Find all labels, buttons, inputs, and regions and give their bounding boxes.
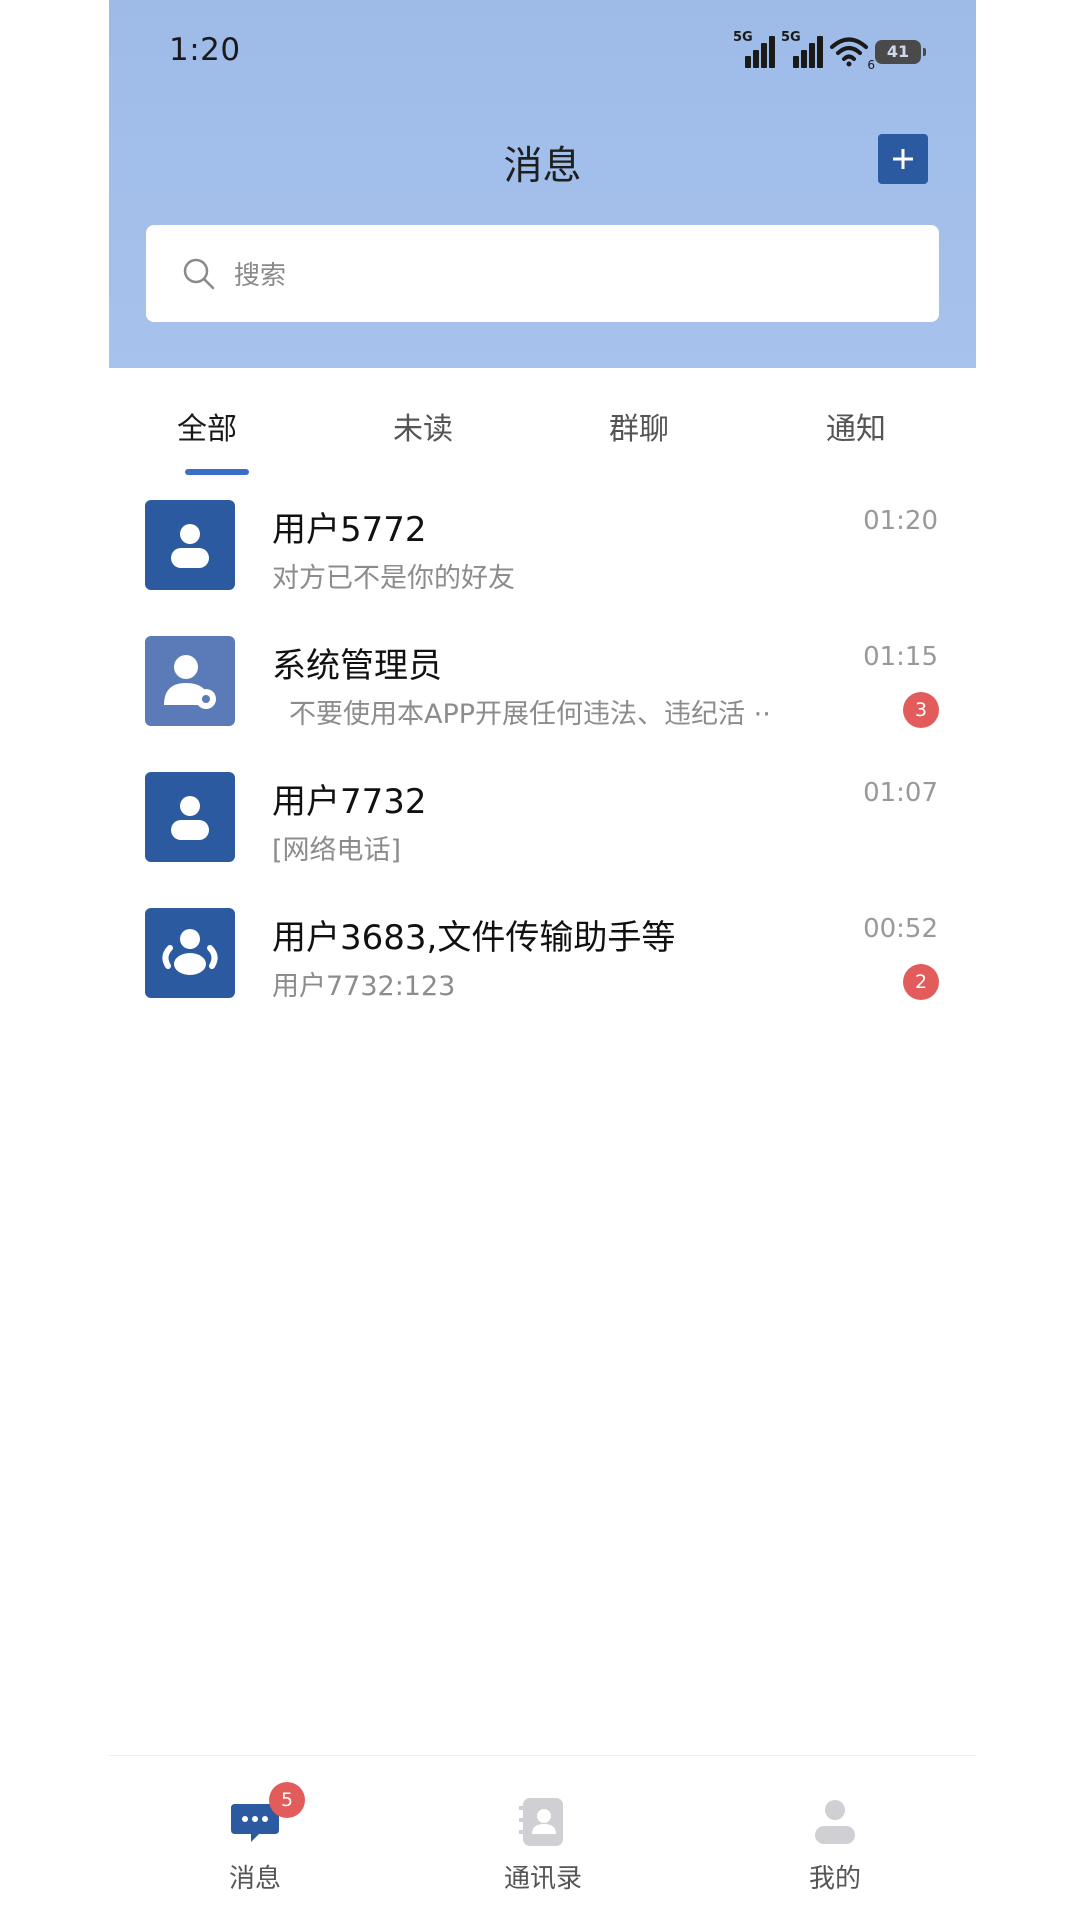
- conversation-name: 用户7732: [272, 782, 427, 822]
- user-icon: [171, 524, 209, 568]
- plus-icon: [893, 149, 913, 169]
- nav-contacts[interactable]: 通讯录: [473, 1796, 613, 1895]
- conversation-list: 用户5772 对方已不是你的好友 01:20 系统管理员 不要使用本APP开展任…: [109, 490, 976, 1034]
- nav-messages[interactable]: 5 消息: [185, 1782, 325, 1895]
- tab-notifications[interactable]: 通知: [796, 404, 916, 448]
- conversation-time: 01:15: [863, 642, 938, 672]
- wifi-icon: 6: [829, 34, 875, 72]
- conversation-preview: [网络电话]: [272, 835, 402, 866]
- network-type-2: 5G: [781, 30, 801, 45]
- tab-bar: 全部 未读 群聊 通知: [109, 368, 976, 478]
- battery-icon: 41: [875, 40, 926, 64]
- chat-bubble-icon: 5: [229, 1782, 305, 1848]
- conversation-name: 用户5772: [272, 510, 427, 550]
- conversation-time: 01:07: [863, 778, 938, 808]
- status-time: 1:20: [169, 32, 241, 68]
- avatar: [145, 772, 235, 862]
- conversation-preview: 对方已不是你的好友: [272, 563, 515, 594]
- avatar: [145, 908, 235, 998]
- tab-indicator: [185, 469, 249, 475]
- avatar: [145, 500, 235, 590]
- unread-badge: 3: [903, 692, 939, 728]
- tab-all[interactable]: 全部: [147, 404, 267, 448]
- conversation-row[interactable]: 用户5772 对方已不是你的好友 01:20: [109, 490, 976, 626]
- wifi-band: 6: [867, 58, 875, 72]
- tab-group-chat[interactable]: 群聊: [579, 404, 699, 448]
- add-button[interactable]: [878, 134, 928, 184]
- conversation-preview: 不要使用本APP开展任何违法、违纪活 ··: [289, 699, 771, 730]
- header: 1:20 5G 5G 6 41 消息 搜索: [109, 0, 976, 368]
- nav-label: 消息: [228, 1864, 281, 1894]
- conversation-time: 01:20: [863, 506, 938, 536]
- conversation-name: 系统管理员: [272, 646, 442, 686]
- profile-icon: [809, 1796, 861, 1848]
- conversation-row[interactable]: 用户7732 [网络电话] 01:07: [109, 762, 976, 898]
- network-type-1: 5G: [733, 30, 753, 45]
- conversation-row[interactable]: 系统管理员 不要使用本APP开展任何违法、违纪活 ·· 01:15 3: [109, 626, 976, 762]
- search-placeholder: 搜索: [234, 261, 287, 291]
- search-icon: [183, 258, 215, 289]
- group-icon: [162, 929, 218, 975]
- nav-profile[interactable]: 我的: [765, 1796, 905, 1895]
- user-icon: [171, 796, 209, 840]
- unread-badge: 2: [903, 964, 939, 1000]
- cellular-signal-icon: 5G: [733, 30, 775, 68]
- admin-icon: [164, 655, 216, 709]
- search-bar[interactable]: 搜索: [146, 225, 939, 322]
- conversation-time: 00:52: [863, 914, 938, 944]
- cellular-signal-icon-2: 5G: [781, 30, 823, 68]
- tab-unread[interactable]: 未读: [363, 404, 483, 448]
- conversation-preview: 用户7732:123: [272, 971, 456, 1002]
- nav-label: 我的: [808, 1864, 861, 1894]
- contacts-icon: [517, 1796, 569, 1848]
- page-title: 消息: [503, 144, 582, 189]
- conversation-row[interactable]: 用户3683,文件传输助手等 用户7732:123 00:52 2: [109, 898, 976, 1034]
- conversation-name: 用户3683,文件传输助手等: [272, 918, 676, 958]
- nav-badge: 5: [269, 1782, 305, 1818]
- avatar: [145, 636, 235, 726]
- nav-label: 通讯录: [503, 1864, 582, 1894]
- bottom-nav: 5 消息 通讯录 我的: [109, 1755, 976, 1921]
- status-icons: 5G 5G 6 41: [733, 28, 926, 72]
